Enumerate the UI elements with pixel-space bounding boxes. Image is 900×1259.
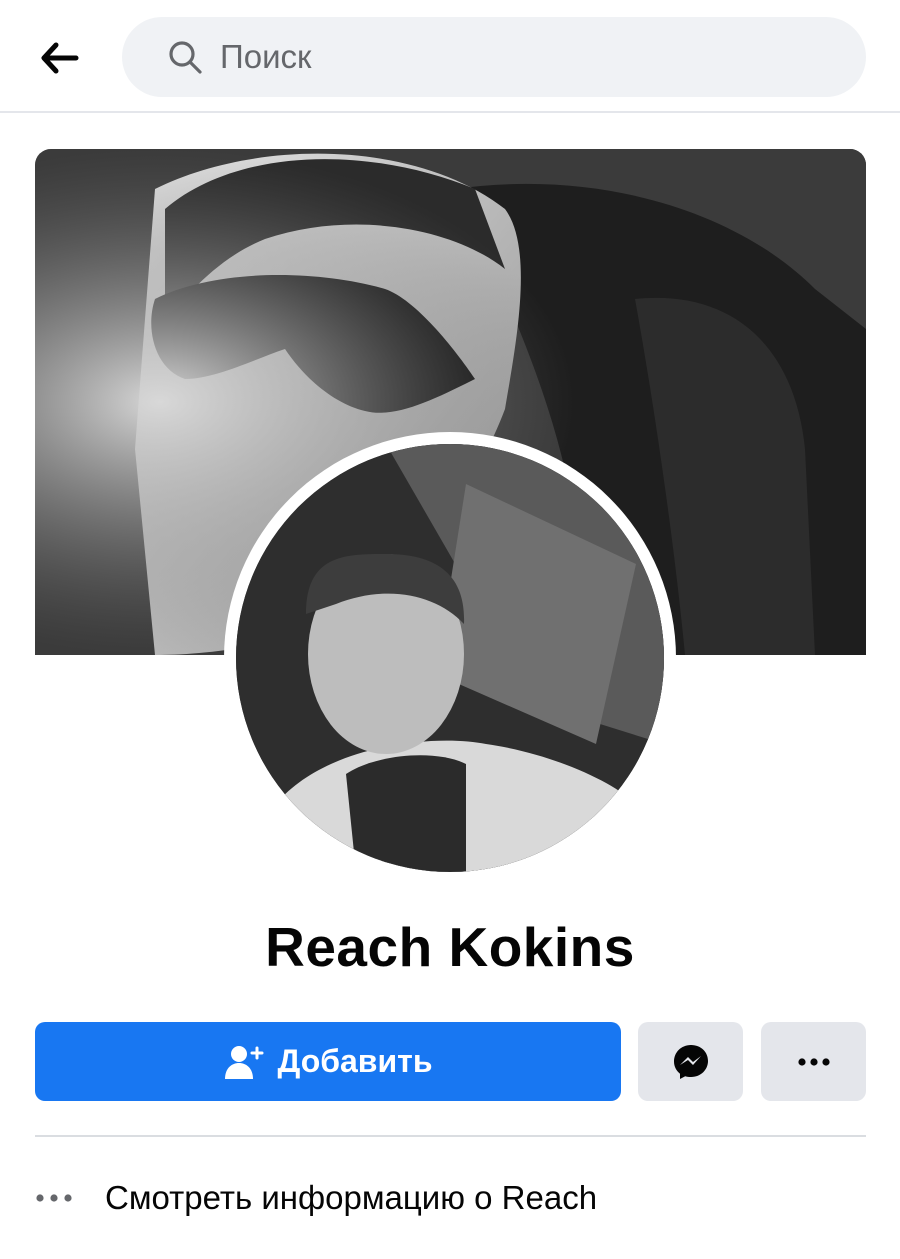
add-friend-label: Добавить [277, 1043, 433, 1079]
top-bar [0, 0, 900, 113]
message-button[interactable] [638, 1022, 743, 1101]
messenger-icon [673, 1044, 708, 1079]
profile-photo-image [236, 444, 664, 872]
more-button[interactable] [761, 1022, 866, 1101]
search-bar[interactable] [122, 17, 866, 97]
more-dots-icon [35, 1193, 91, 1203]
section-divider [35, 1135, 866, 1137]
back-button[interactable] [30, 28, 90, 88]
avatar[interactable] [236, 444, 664, 872]
add-friend-button[interactable]: Добавить [35, 1022, 621, 1101]
more-dots-icon [797, 1057, 830, 1066]
search-input[interactable] [218, 26, 822, 88]
add-friend-icon [224, 1044, 264, 1080]
view-info-label: Смотреть информацию о Reach [105, 1179, 598, 1216]
view-info-link[interactable]: Смотреть информацию о Reach [35, 1168, 866, 1228]
back-arrow-icon [41, 42, 79, 74]
search-icon [166, 38, 204, 76]
profile-name: Reach Kokins [265, 916, 635, 978]
